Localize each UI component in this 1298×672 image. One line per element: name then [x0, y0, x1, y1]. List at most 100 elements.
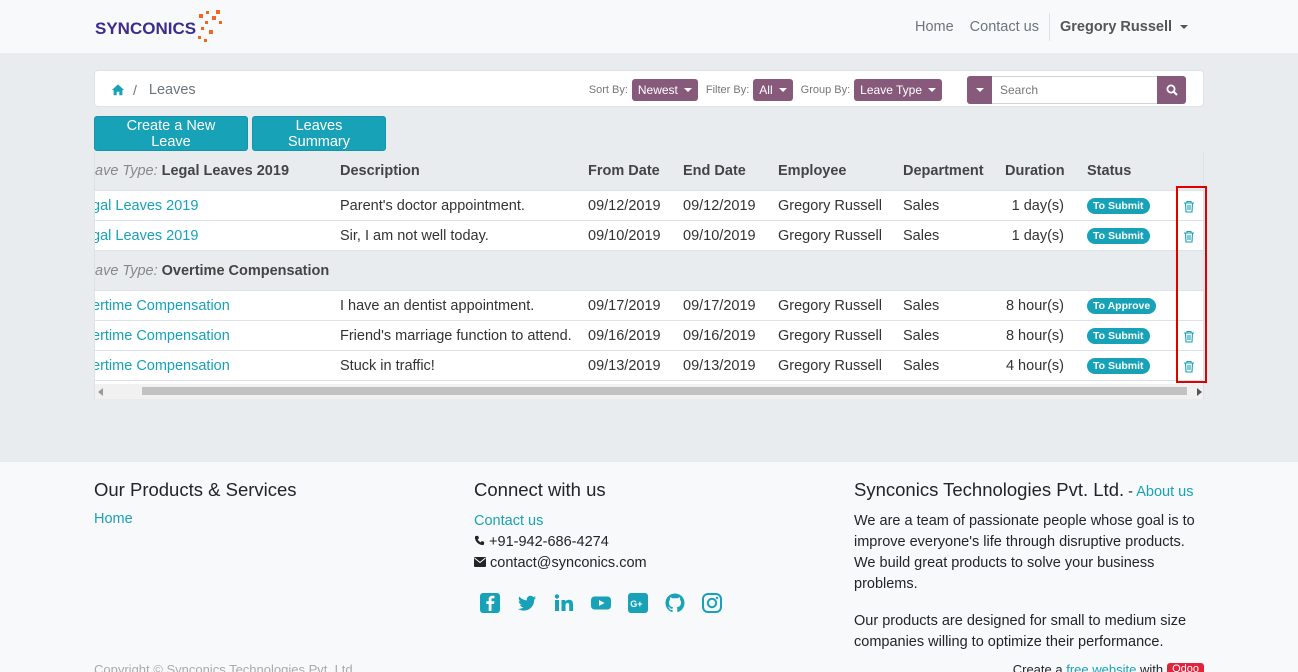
scroll-left-icon[interactable]: [98, 388, 103, 396]
leaves-summary-button[interactable]: Leaves Summary: [252, 116, 386, 151]
col-duration: Duration: [1005, 163, 1065, 179]
filter-value: All: [759, 82, 773, 97]
social-links: G+: [479, 592, 738, 614]
envelope-icon: [474, 557, 486, 567]
odoo-logo[interactable]: Odoo: [1167, 662, 1204, 672]
table-row[interactable]: ertime Compensation Stuck in traffic! 09…: [95, 351, 1203, 381]
description-cell: Sir, I am not well today.: [340, 228, 489, 244]
duration-cell: 1 day(s): [1011, 198, 1064, 214]
phone-icon: [474, 535, 485, 546]
title-separator: -: [1124, 484, 1137, 500]
table-row[interactable]: gal Leaves 2019 Sir, I am not well today…: [95, 221, 1203, 251]
duration-cell: 4 hour(s): [1005, 358, 1064, 374]
google-plus-icon[interactable]: G+: [627, 592, 649, 614]
status-badge: To Submit: [1087, 228, 1150, 244]
description-cell: Friend's marriage function to attend.: [340, 328, 572, 344]
footer-products: Our Products & Services Home: [94, 479, 297, 527]
breadcrumb: / Leaves: [111, 71, 196, 108]
scrollbar-thumb[interactable]: [142, 387, 1187, 395]
description-cell: Stuck in traffic!: [340, 358, 435, 374]
group-header-cell: ave Type: Legal Leaves 2019: [95, 151, 289, 191]
nav-home-link[interactable]: Home: [907, 19, 962, 35]
linkedin-icon[interactable]: [553, 592, 575, 614]
description-cell: I have an dentist appointment.: [340, 298, 535, 314]
search-input[interactable]: [992, 75, 1157, 104]
free-website-link[interactable]: free website: [1066, 662, 1136, 672]
from-date-cell: 09/17/2019: [588, 298, 661, 314]
github-icon[interactable]: [664, 592, 686, 614]
phone-line: +91-942-686-4274: [474, 532, 738, 553]
horizontal-scrollbar[interactable]: [95, 384, 1203, 399]
duration-cell: 8 hour(s): [1005, 328, 1064, 344]
nav-contact-link[interactable]: Contact us: [962, 19, 1047, 35]
chevron-down-icon: [683, 87, 692, 92]
svg-text:SYNCONICS: SYNCONICS: [95, 19, 196, 38]
footer-home-link[interactable]: Home: [94, 511, 297, 527]
status-badge: To Submit: [1087, 358, 1150, 374]
chevron-down-icon: [1180, 24, 1188, 29]
top-navbar: SYNCONICS Home Contact us Gregory Russel…: [0, 0, 1298, 53]
search-options-dropdown[interactable]: [967, 75, 992, 104]
about-us-link[interactable]: About us: [1136, 484, 1193, 500]
employee-cell: Gregory Russell: [778, 298, 882, 314]
filter-label: Filter By:: [705, 83, 750, 96]
table-row[interactable]: ertime Compensation Friend's marriage fu…: [95, 321, 1203, 351]
create-website-line: Create a free website with Odoo: [1013, 662, 1204, 672]
instagram-icon[interactable]: [701, 592, 723, 614]
connect-title: Connect with us: [474, 479, 606, 500]
svg-text:G+: G+: [630, 599, 642, 609]
company-description: We are a team of passionate people whose…: [854, 513, 1195, 592]
table-row[interactable]: ertime Compensation I have an dentist ap…: [95, 291, 1203, 321]
group-name: Legal Leaves 2019: [161, 163, 290, 179]
leave-type-link[interactable]: ertime Compensation: [95, 351, 230, 381]
scroll-right-icon[interactable]: [1197, 388, 1202, 396]
synconics-logo[interactable]: SYNCONICS: [95, 8, 225, 46]
create-prefix: Create a: [1012, 662, 1063, 672]
group-row[interactable]: ave Type: Overtime Compensation: [95, 251, 1203, 291]
products-title: Our Products & Services: [94, 479, 297, 500]
duration-cell: 8 hour(s): [1005, 298, 1064, 314]
department-cell: Sales: [903, 358, 940, 374]
leave-type-link[interactable]: gal Leaves 2019: [95, 221, 198, 251]
footer-connect: Connect with us Contact us +91-942-686-4…: [474, 479, 738, 614]
table-header: ave Type: Legal Leaves 2019 Description …: [95, 151, 1203, 191]
filter-dropdown[interactable]: All: [753, 78, 793, 101]
sort-dropdown[interactable]: Newest: [631, 78, 698, 101]
search-button[interactable]: [1157, 75, 1186, 104]
create-mid: with: [1139, 662, 1164, 672]
table-row[interactable]: gal Leaves 2019 Parent's doctor appointm…: [95, 191, 1203, 221]
copyright-text: Copyright © Synconics Technologies Pvt. …: [94, 662, 357, 672]
end-date-cell: 09/12/2019: [683, 198, 756, 214]
youtube-icon[interactable]: [590, 592, 612, 614]
from-date-cell: 09/13/2019: [588, 358, 661, 374]
twitter-icon[interactable]: [516, 592, 538, 614]
group-dropdown[interactable]: Leave Type: [854, 78, 942, 101]
department-cell: Sales: [903, 298, 940, 314]
department-cell: Sales: [903, 198, 940, 214]
user-menu[interactable]: Gregory Russell: [1052, 19, 1196, 35]
end-date-cell: 09/16/2019: [683, 328, 756, 344]
breadcrumb-bar: / Leaves Sort By: Newest Filter By: All …: [94, 70, 1204, 107]
home-icon[interactable]: [111, 83, 125, 97]
footer-contact-link[interactable]: Contact us: [474, 511, 738, 532]
col-department: Department: [903, 163, 984, 179]
company-description-2: Our products are designed for small to m…: [854, 613, 1187, 650]
company-title: Synconics Technologies Pvt. Ltd.: [854, 479, 1125, 500]
employee-cell: Gregory Russell: [778, 328, 882, 344]
status-badge: To Approve: [1087, 298, 1157, 314]
description-cell: Parent's doctor appointment.: [340, 198, 525, 214]
duration-cell: 1 day(s): [1011, 228, 1064, 244]
department-cell: Sales: [903, 228, 940, 244]
employee-cell: Gregory Russell: [778, 228, 882, 244]
leave-type-link[interactable]: ertime Compensation: [95, 321, 230, 351]
create-leave-button[interactable]: Create a New Leave: [94, 116, 248, 151]
leave-type-link[interactable]: gal Leaves 2019: [95, 191, 198, 221]
group-prefix: ave Type:: [95, 263, 158, 279]
col-employee: Employee: [778, 163, 847, 179]
facebook-icon[interactable]: [479, 592, 501, 614]
company-title-line: Synconics Technologies Pvt. Ltd. - About…: [854, 479, 1209, 501]
footer: Our Products & Services Home Connect wit…: [0, 462, 1298, 672]
breadcrumb-separator: /: [133, 81, 137, 98]
leave-type-link[interactable]: ertime Compensation: [95, 291, 230, 321]
sort-value: Newest: [637, 82, 678, 97]
